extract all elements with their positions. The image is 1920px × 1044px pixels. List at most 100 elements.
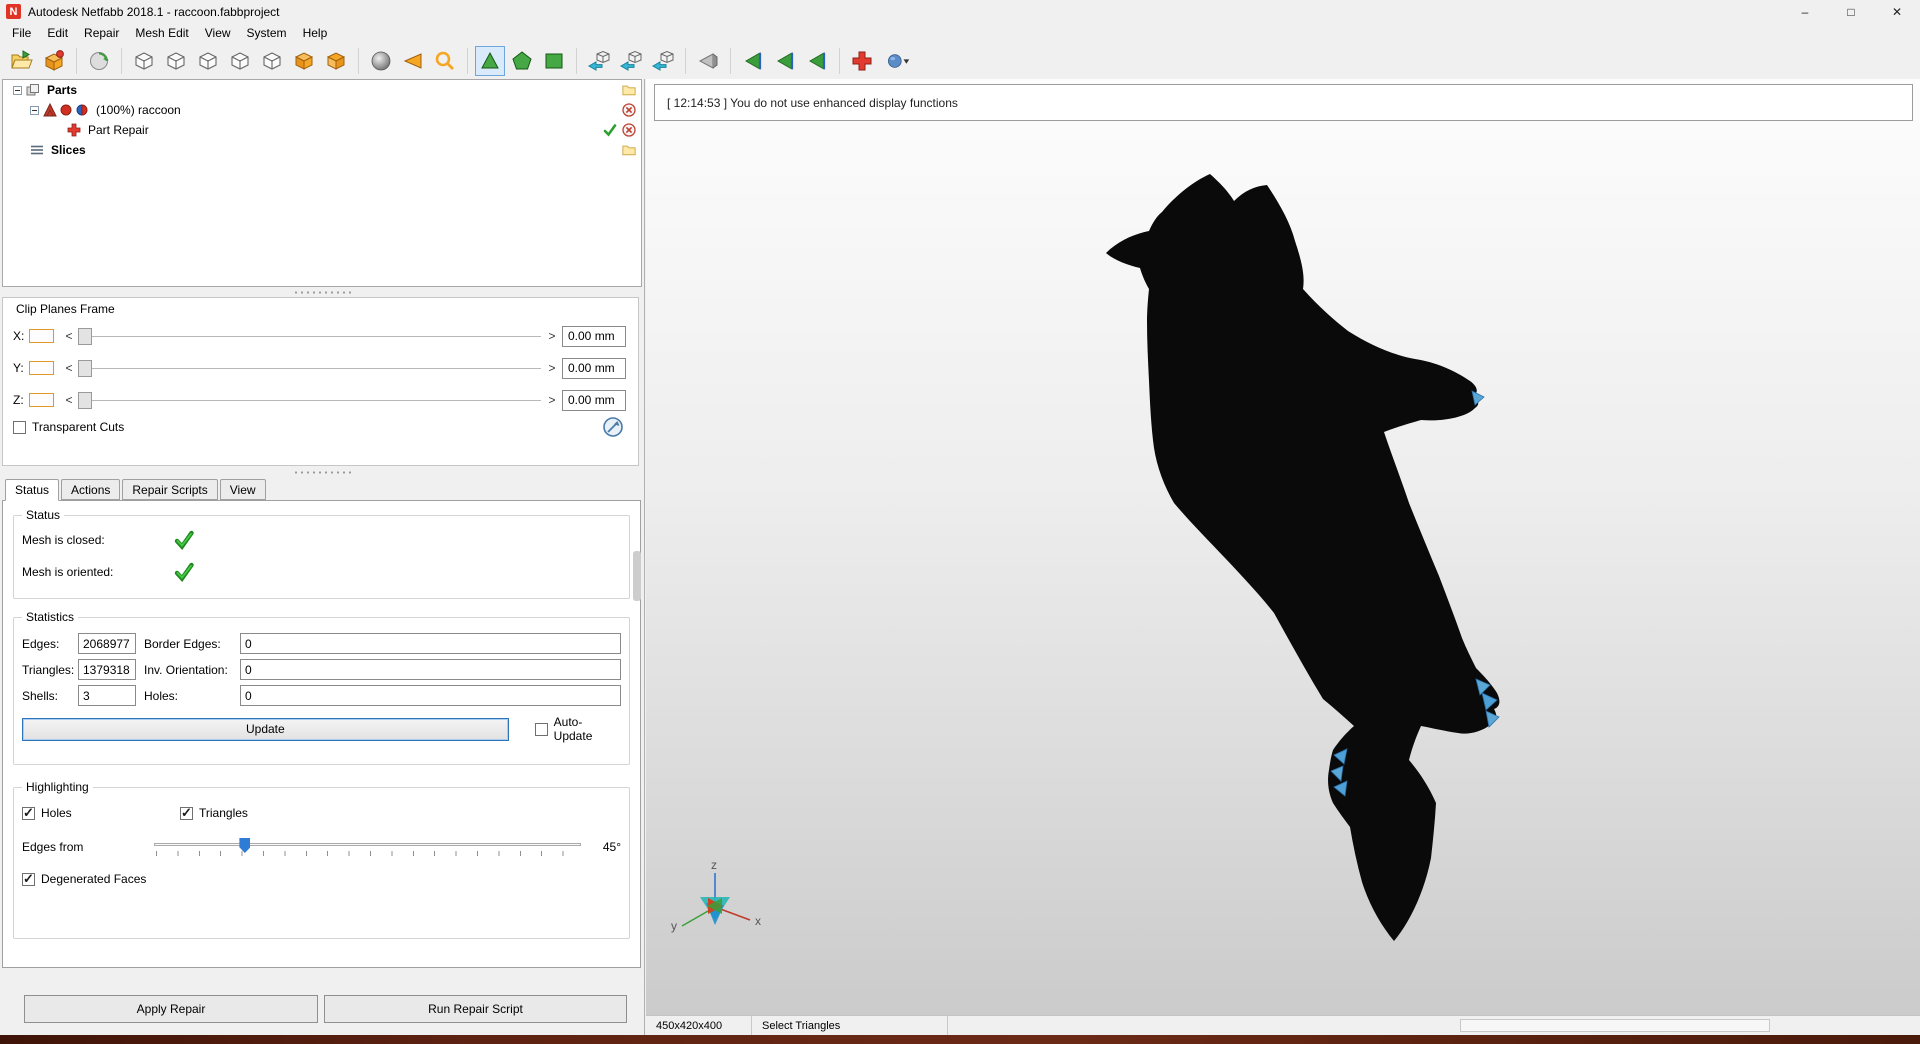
- repair-part-button[interactable]: [847, 46, 877, 76]
- toolbar-separator: [839, 47, 840, 74]
- inv-orientation-input[interactable]: [240, 659, 621, 680]
- holes-checkbox[interactable]: [22, 805, 35, 821]
- collapse-icon[interactable]: [30, 105, 39, 115]
- splitter-handle[interactable]: [2, 467, 642, 477]
- run-repair-script-button[interactable]: Run Repair Script: [324, 995, 627, 1023]
- clip-y-value-input[interactable]: [562, 357, 626, 379]
- viewport-3d[interactable]: z y x [ 12:14:53 ] You do not use enhanc…: [646, 79, 1920, 1015]
- menu-system[interactable]: System: [239, 25, 295, 41]
- menu-file[interactable]: File: [4, 25, 39, 41]
- axis-y-label: y: [671, 919, 677, 933]
- clip-z-slider-track[interactable]: [92, 399, 541, 401]
- triangles-input[interactable]: [78, 659, 136, 680]
- clip-z-increment[interactable]: >: [546, 393, 558, 407]
- cone-view-button[interactable]: [398, 46, 428, 76]
- shells-input[interactable]: [78, 685, 136, 706]
- menu-repair[interactable]: Repair: [76, 25, 127, 41]
- collapse-icon[interactable]: [13, 85, 22, 95]
- menu-view[interactable]: View: [197, 25, 239, 41]
- tab-view[interactable]: View: [219, 479, 266, 500]
- minimize-button[interactable]: –: [1782, 0, 1828, 23]
- border-edges-input[interactable]: [240, 633, 621, 654]
- clip-x-slider-track[interactable]: [92, 335, 541, 337]
- menu-edit[interactable]: Edit: [39, 25, 76, 41]
- menu-help[interactable]: Help: [295, 25, 336, 41]
- clip-row-z: Z: < >: [3, 384, 638, 416]
- mesh-oriented-check-icon: [174, 562, 194, 582]
- main-toolbar: [0, 42, 1920, 79]
- prev-view-1-button[interactable]: [738, 46, 768, 76]
- reset-clip-planes-icon[interactable]: [602, 416, 624, 438]
- clip-x-value-input[interactable]: [562, 325, 626, 347]
- display-mode-button[interactable]: [879, 46, 917, 76]
- view-top-button[interactable]: [257, 46, 287, 76]
- rotate-view-button[interactable]: [84, 46, 114, 76]
- cancel-repair-icon[interactable]: [622, 123, 636, 137]
- clip-x-increment[interactable]: >: [546, 329, 558, 343]
- view-left-button[interactable]: [193, 46, 223, 76]
- clip-y-toggle[interactable]: [29, 361, 54, 375]
- select-surfaces-button[interactable]: [539, 46, 569, 76]
- view-back-button[interactable]: [161, 46, 191, 76]
- panel-scrollbar-thumb[interactable]: [633, 551, 641, 601]
- view-iso-button[interactable]: [289, 46, 319, 76]
- tab-repair-scripts[interactable]: Repair Scripts: [122, 479, 218, 500]
- open-project-button[interactable]: [7, 46, 37, 76]
- select-triangles-button[interactable]: [475, 45, 505, 76]
- tree-row-slices[interactable]: Slices: [3, 140, 641, 160]
- select-shells-button[interactable]: [507, 46, 537, 76]
- orient-cube-1-button[interactable]: [584, 46, 614, 76]
- clip-z-slider-thumb[interactable]: [78, 391, 92, 409]
- clip-y-slider-thumb[interactable]: [78, 359, 92, 377]
- edges-input[interactable]: [78, 633, 136, 654]
- triangles-checkbox[interactable]: [180, 805, 193, 821]
- clip-y-increment[interactable]: >: [546, 361, 558, 375]
- menu-mesh-edit[interactable]: Mesh Edit: [127, 25, 196, 41]
- orient-cube-2-button[interactable]: [616, 46, 646, 76]
- zoom-button[interactable]: [430, 46, 460, 76]
- apply-repair-button[interactable]: Apply Repair: [24, 995, 318, 1023]
- slices-folder-icon[interactable]: [622, 143, 636, 157]
- prev-view-3-button[interactable]: [802, 46, 832, 76]
- raccoon-model[interactable]: [1106, 174, 1500, 941]
- auto-update-checkbox[interactable]: [534, 722, 548, 736]
- edges-angle-slider[interactable]: [154, 836, 581, 858]
- update-button[interactable]: Update: [22, 717, 509, 741]
- clip-x-toggle[interactable]: [29, 329, 54, 343]
- flip-selection-button[interactable]: [693, 46, 723, 76]
- prev-view-2-button[interactable]: [770, 46, 800, 76]
- toolbar-separator: [730, 47, 731, 74]
- window-title: Autodesk Netfabb 2018.1 - raccoon.fabbpr…: [28, 4, 280, 19]
- orient-cube-3-button[interactable]: [648, 46, 678, 76]
- clip-z-value-input[interactable]: [562, 389, 626, 411]
- slider-track[interactable]: [154, 843, 581, 846]
- add-part-button[interactable]: [39, 46, 69, 76]
- clip-y-decrement[interactable]: <: [63, 361, 75, 375]
- tree-row-parts[interactable]: Parts: [3, 80, 641, 100]
- highlighting-group-title: Highlighting: [22, 780, 93, 794]
- view-bottom-button[interactable]: [321, 46, 351, 76]
- clip-z-decrement[interactable]: <: [63, 393, 75, 407]
- clip-z-toggle[interactable]: [29, 393, 54, 407]
- parts-folder-icon[interactable]: [622, 83, 636, 97]
- clip-x-slider-thumb[interactable]: [78, 327, 92, 345]
- transparent-cuts-checkbox[interactable]: [13, 420, 26, 434]
- close-button[interactable]: ✕: [1874, 0, 1920, 23]
- view-front-button[interactable]: [129, 46, 159, 76]
- clip-x-decrement[interactable]: <: [63, 329, 75, 343]
- tree-row-part-repair[interactable]: Part Repair: [3, 120, 641, 140]
- statistics-groupbox: Statistics Edges: Border Edges: Triangle…: [13, 610, 630, 765]
- remove-part-icon[interactable]: [622, 103, 636, 117]
- holes-input[interactable]: [240, 685, 621, 706]
- clip-y-slider-track[interactable]: [92, 367, 541, 369]
- shaded-view-icon: [371, 51, 391, 70]
- tree-row-raccoon[interactable]: (100%) raccoon: [3, 100, 641, 120]
- splitter-handle[interactable]: [2, 287, 642, 297]
- apply-repair-check-icon[interactable]: [603, 123, 617, 137]
- maximize-button[interactable]: □: [1828, 0, 1874, 23]
- degenerated-faces-checkbox[interactable]: [22, 871, 35, 887]
- view-right-button[interactable]: [225, 46, 255, 76]
- shaded-view-button[interactable]: [366, 46, 396, 76]
- tab-status[interactable]: Status: [5, 479, 60, 501]
- tab-actions[interactable]: Actions: [61, 479, 121, 500]
